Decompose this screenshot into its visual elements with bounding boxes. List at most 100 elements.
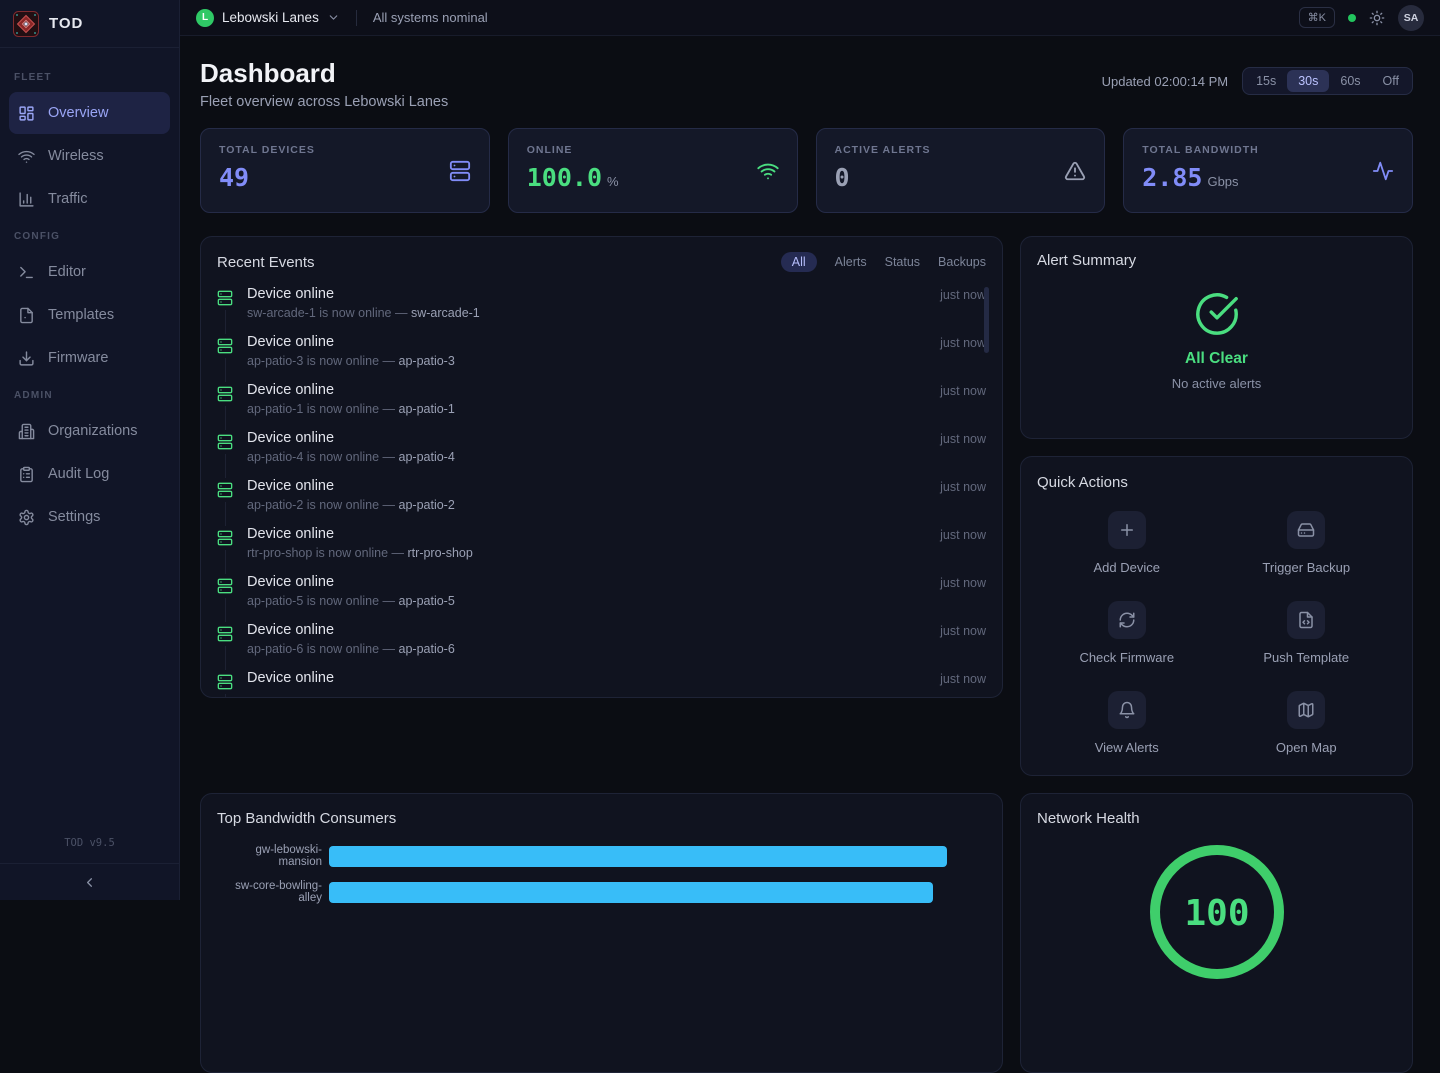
event-detail: ap-patio-1 is now online — ap-patio-1 — [247, 402, 940, 416]
sidebar-item-firmware[interactable]: Firmware — [9, 337, 170, 379]
event-time: just now — [940, 528, 986, 542]
sidebar-item-audit-log[interactable]: Audit Log — [9, 453, 170, 495]
tab-all[interactable]: All — [781, 252, 817, 272]
event-row[interactable]: Device online ap-patio-5 is now online —… — [217, 574, 986, 622]
event-title: Device online — [247, 286, 940, 302]
event-row[interactable]: Device online rtr-pro-shop is now online… — [217, 526, 986, 574]
network-health-panel: Network Health 100 — [1020, 793, 1413, 1073]
recent-events-title: Recent Events — [217, 254, 315, 271]
event-title: Device online — [247, 382, 940, 398]
download-icon — [18, 350, 35, 367]
sidebar-nav: FLEET Overview Wireless Traffic CONFIG E… — [0, 48, 179, 538]
sidebar-item-overview[interactable]: Overview — [9, 92, 170, 134]
page-title: Dashboard — [200, 58, 448, 89]
event-row[interactable]: Device online ap-patio-6 is now online —… — [217, 622, 986, 670]
stat-unit: % — [607, 174, 619, 189]
event-row[interactable]: Device online ap-patio-3 is now online —… — [217, 334, 986, 382]
sidebar-item-editor[interactable]: Editor — [9, 251, 170, 293]
server-icon — [217, 526, 233, 550]
sidebar-item-label: Traffic — [48, 191, 87, 207]
command-palette-button[interactable]: ⌘K — [1299, 7, 1335, 28]
stat-value: 100.0 — [527, 163, 602, 192]
map-icon — [1287, 691, 1325, 729]
event-time: just now — [940, 480, 986, 494]
nav-section-admin: ADMIN — [0, 380, 179, 409]
page-subtitle: Fleet overview across Lebowski Lanes — [200, 94, 448, 110]
app-name: TOD — [49, 15, 83, 32]
stat-label: ACTIVE ALERTS — [835, 144, 1087, 156]
user-avatar[interactable]: SA — [1398, 5, 1424, 31]
event-device: rtr-pro-shop — [408, 546, 473, 560]
alert-triangle-icon — [1064, 160, 1086, 182]
event-time: just now — [940, 624, 986, 638]
refresh-interval-segmented: 15s 30s 60s Off — [1242, 67, 1413, 95]
sidebar-item-settings[interactable]: Settings — [9, 496, 170, 538]
sidebar-item-label: Editor — [48, 264, 86, 280]
event-detail: sw-arcade-1 is now online — sw-arcade-1 — [247, 306, 940, 320]
tab-status[interactable]: Status — [885, 252, 920, 272]
clipboard-icon — [18, 466, 35, 483]
bandwidth-panel: Top Bandwidth Consumers gw-lebowski-mans… — [200, 793, 1003, 1073]
event-title: Device online — [247, 670, 940, 686]
event-device: ap-patio-4 — [399, 450, 455, 464]
server-icon — [217, 622, 233, 646]
sidebar-item-wireless[interactable]: Wireless — [9, 135, 170, 177]
sidebar-footer: TOD v9.5 — [0, 837, 179, 900]
recent-events-panel: Recent Events All Alerts Status Backups … — [200, 236, 1003, 698]
app-logo[interactable]: TOD — [0, 0, 179, 48]
refresh-option-60s[interactable]: 60s — [1329, 70, 1371, 92]
sidebar-item-organizations[interactable]: Organizations — [9, 410, 170, 452]
event-time: just now — [940, 384, 986, 398]
event-device: sw-arcade-1 — [411, 306, 480, 320]
event-row[interactable]: Device online ap-patio-2 is now online —… — [217, 478, 986, 526]
refresh-option-30s[interactable]: 30s — [1287, 70, 1329, 92]
rug-logo-icon — [13, 11, 39, 37]
org-switcher[interactable]: L Lebowski Lanes — [196, 9, 340, 27]
event-row[interactable]: Device online just now — [217, 670, 986, 698]
file-code-icon — [1287, 601, 1325, 639]
main-content: Dashboard Fleet overview across Lebowski… — [180, 36, 1440, 900]
sidebar-item-traffic[interactable]: Traffic — [9, 178, 170, 220]
server-icon — [217, 478, 233, 502]
add-device-button[interactable]: Add Device — [1037, 511, 1217, 575]
refresh-option-off[interactable]: Off — [1372, 70, 1410, 92]
sidebar-collapse-button[interactable] — [82, 875, 97, 890]
sidebar-item-templates[interactable]: Templates — [9, 294, 170, 336]
event-row[interactable]: Device online sw-arcade-1 is now online … — [217, 286, 986, 334]
server-icon — [217, 670, 233, 694]
open-map-button[interactable]: Open Map — [1217, 691, 1397, 755]
event-detail: rtr-pro-shop is now online — rtr-pro-sho… — [247, 546, 940, 560]
check-firmware-button[interactable]: Check Firmware — [1037, 601, 1217, 665]
event-time: just now — [940, 432, 986, 446]
view-alerts-button[interactable]: View Alerts — [1037, 691, 1217, 755]
check-circle-icon — [1194, 291, 1240, 337]
event-device: ap-patio-3 — [399, 354, 455, 368]
trigger-backup-button[interactable]: Trigger Backup — [1217, 511, 1397, 575]
grid-icon — [18, 105, 35, 122]
event-detail: ap-patio-4 is now online — ap-patio-4 — [247, 450, 940, 464]
nav-section-config: CONFIG — [0, 221, 179, 250]
theme-toggle-button[interactable] — [1369, 10, 1385, 26]
network-health-gauge: 100 — [1037, 837, 1396, 987]
push-template-button[interactable]: Push Template — [1217, 601, 1397, 665]
sidebar-item-label: Organizations — [48, 423, 137, 439]
event-title: Device online — [247, 430, 940, 446]
plus-icon — [1108, 511, 1146, 549]
tab-backups[interactable]: Backups — [938, 252, 986, 272]
event-device: ap-patio-1 — [399, 402, 455, 416]
tab-alerts[interactable]: Alerts — [835, 252, 867, 272]
event-row[interactable]: Device online ap-patio-4 is now online —… — [217, 430, 986, 478]
topbar-divider — [356, 10, 357, 26]
event-time: just now — [940, 576, 986, 590]
refresh-option-15s[interactable]: 15s — [1245, 70, 1287, 92]
stat-card-total-devices: TOTAL DEVICES 49 — [200, 128, 490, 213]
server-icon — [217, 382, 233, 406]
events-scrollbar-thumb[interactable] — [984, 287, 989, 353]
event-row[interactable]: Device online ap-patio-1 is now online —… — [217, 382, 986, 430]
quick-actions-title: Quick Actions — [1037, 474, 1396, 491]
event-device: ap-patio-5 — [399, 594, 455, 608]
stat-value: 0 — [835, 163, 850, 192]
topbar: L Lebowski Lanes All systems nominal ⌘K … — [180, 0, 1440, 36]
server-icon — [449, 160, 471, 182]
network-health-value: 100 — [1184, 893, 1249, 934]
